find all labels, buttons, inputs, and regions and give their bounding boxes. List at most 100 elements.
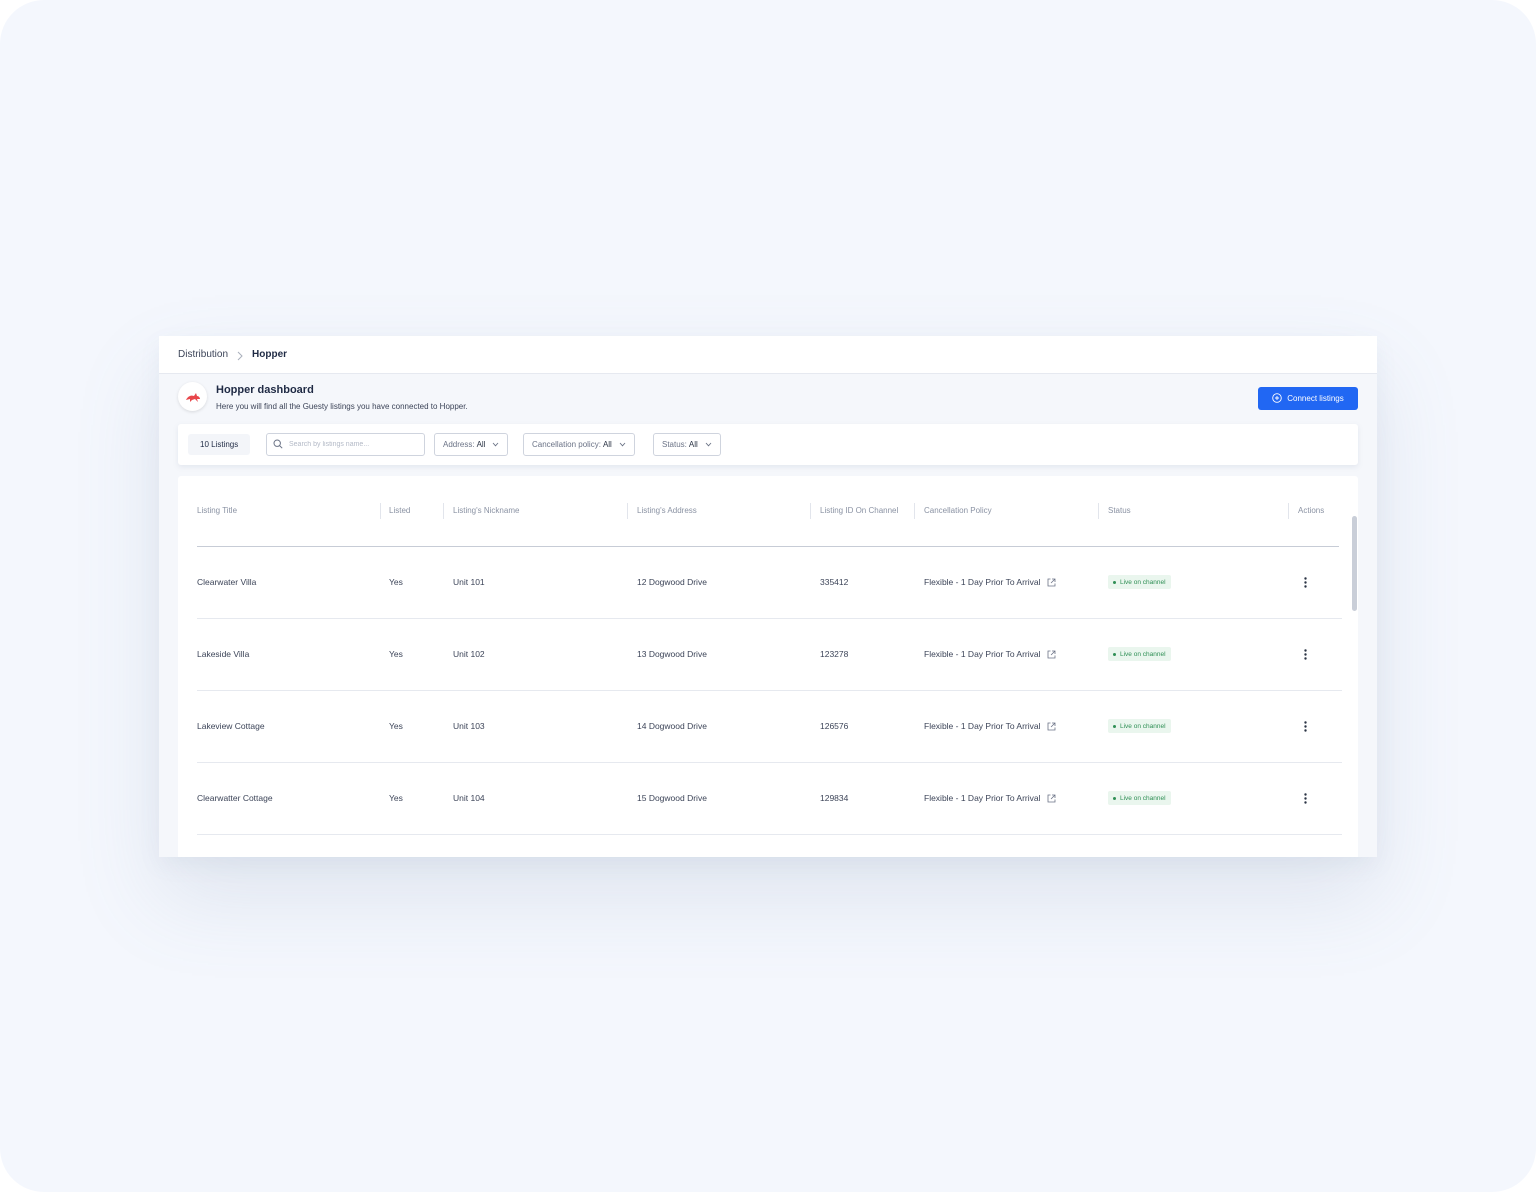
hopper-bunny-icon bbox=[178, 382, 207, 411]
status-filter-label: Status: bbox=[662, 440, 687, 449]
chevron-down-icon bbox=[619, 442, 626, 447]
external-link-icon[interactable] bbox=[1047, 794, 1056, 803]
cancellation-policy-text: Flexible - 1 Day Prior To Arrival bbox=[924, 793, 1041, 803]
page-title: Hopper dashboard bbox=[216, 384, 314, 396]
column-header-title[interactable]: Listing Title bbox=[197, 506, 237, 515]
more-actions-icon[interactable] bbox=[1299, 791, 1311, 805]
listings-count: 10 Listings bbox=[188, 434, 251, 455]
chevron-right-icon bbox=[237, 351, 243, 361]
listing-title[interactable]: Clearwater Villa bbox=[197, 577, 256, 587]
column-header-listed[interactable]: Listed bbox=[389, 506, 410, 515]
column-header-actions: Actions bbox=[1298, 506, 1325, 515]
listed-value: Yes bbox=[389, 721, 403, 731]
address-value: 15 Dogwood Drive bbox=[637, 793, 707, 803]
more-actions-icon[interactable] bbox=[1299, 647, 1311, 661]
status-dot bbox=[1113, 652, 1116, 656]
status-dot bbox=[1113, 580, 1116, 584]
breadcrumb-distribution[interactable]: Distribution bbox=[178, 349, 228, 360]
external-link-icon[interactable] bbox=[1047, 650, 1056, 659]
address-value: 14 Dogwood Drive bbox=[637, 721, 707, 731]
status-badge-label: Live on channel bbox=[1120, 578, 1166, 586]
status-badge: Live on channel bbox=[1108, 647, 1171, 661]
column-header-status[interactable]: Status bbox=[1108, 506, 1131, 515]
cancellation-policy-link[interactable]: Flexible - 1 Day Prior To Arrival bbox=[924, 649, 1056, 659]
page-header: Hopper dashboard Here you will find all … bbox=[178, 382, 1358, 416]
table-row[interactable]: Lakeside Villa Yes Unit 102 13 Dogwood D… bbox=[178, 619, 1342, 691]
external-link-icon[interactable] bbox=[1047, 578, 1056, 587]
channel-id-value: 123278 bbox=[820, 649, 849, 659]
filter-bar: 10 Listings Address: All Cancellation po… bbox=[178, 424, 1358, 465]
column-divider bbox=[443, 503, 444, 519]
status-dot bbox=[1113, 796, 1116, 800]
row-divider bbox=[197, 834, 1342, 835]
table-row[interactable]: Clearwatter Cottage Yes Unit 104 15 Dogw… bbox=[178, 763, 1342, 835]
listing-title[interactable]: Clearwatter Cottage bbox=[197, 793, 273, 803]
nickname-value: Unit 103 bbox=[453, 721, 485, 731]
more-actions-icon[interactable] bbox=[1299, 719, 1311, 733]
nickname-value: Unit 104 bbox=[453, 793, 485, 803]
connect-listings-button[interactable]: Connect listings bbox=[1258, 387, 1358, 410]
status-filter-value: All bbox=[688, 440, 698, 449]
column-divider bbox=[810, 503, 811, 519]
status-badge: Live on channel bbox=[1108, 791, 1171, 805]
status-badge: Live on channel bbox=[1108, 575, 1171, 589]
cancellation-policy-link[interactable]: Flexible - 1 Day Prior To Arrival bbox=[924, 721, 1056, 731]
plus-circle-icon bbox=[1272, 392, 1283, 405]
chevron-down-icon bbox=[705, 442, 712, 447]
column-divider bbox=[1288, 503, 1289, 519]
status-badge-label: Live on channel bbox=[1120, 650, 1166, 658]
page-subtitle: Here you will find all the Guesty listin… bbox=[216, 402, 468, 411]
table-row[interactable]: Clearwater Villa Yes Unit 101 12 Dogwood… bbox=[178, 547, 1342, 619]
cancellation-filter-dropdown[interactable]: Cancellation policy: All bbox=[523, 433, 635, 456]
listed-value: Yes bbox=[389, 577, 403, 587]
column-divider bbox=[380, 503, 381, 519]
cancellation-filter-label: Cancellation policy: bbox=[532, 440, 601, 449]
address-filter-value: All bbox=[476, 440, 486, 449]
address-value: 12 Dogwood Drive bbox=[637, 577, 707, 587]
cancellation-filter-value: All bbox=[602, 440, 612, 449]
listing-title[interactable]: Lakeside Villa bbox=[197, 649, 249, 659]
external-link-icon[interactable] bbox=[1047, 722, 1056, 731]
column-divider bbox=[627, 503, 628, 519]
status-badge-label: Live on channel bbox=[1120, 794, 1166, 802]
breadcrumb-hopper: Hopper bbox=[252, 349, 288, 360]
vertical-scrollbar[interactable] bbox=[1352, 516, 1357, 611]
cancellation-policy-text: Flexible - 1 Day Prior To Arrival bbox=[924, 721, 1041, 731]
chevron-down-icon bbox=[493, 442, 499, 447]
column-header-channel-id[interactable]: Listing ID On Channel bbox=[820, 506, 898, 515]
more-actions-icon[interactable] bbox=[1299, 575, 1311, 589]
column-header-address[interactable]: Listing's Address bbox=[637, 506, 697, 515]
nickname-value: Unit 101 bbox=[453, 577, 485, 587]
listings-table: Listing Title Listed Listing's Nickname … bbox=[178, 476, 1358, 857]
listed-value: Yes bbox=[389, 793, 403, 803]
address-value: 13 Dogwood Drive bbox=[637, 649, 707, 659]
status-badge: Live on channel bbox=[1108, 719, 1171, 733]
channel-id-value: 335412 bbox=[820, 577, 849, 587]
column-divider bbox=[1098, 503, 1099, 519]
search-icon bbox=[273, 436, 283, 454]
listed-value: Yes bbox=[389, 649, 403, 659]
column-header-cancellation[interactable]: Cancellation Policy bbox=[924, 506, 992, 515]
breadcrumb: Distribution Hopper bbox=[159, 336, 1377, 374]
cancellation-policy-link[interactable]: Flexible - 1 Day Prior To Arrival bbox=[924, 577, 1056, 587]
connect-listings-label: Connect listings bbox=[1287, 394, 1344, 403]
address-filter-label: Address: bbox=[443, 440, 475, 449]
column-header-nickname[interactable]: Listing's Nickname bbox=[453, 506, 519, 515]
column-divider bbox=[914, 503, 915, 519]
search-input[interactable] bbox=[289, 441, 417, 448]
cancellation-policy-text: Flexible - 1 Day Prior To Arrival bbox=[924, 577, 1041, 587]
status-dot bbox=[1113, 724, 1116, 728]
address-filter-dropdown[interactable]: Address: All bbox=[434, 433, 509, 456]
channel-id-value: 126576 bbox=[820, 721, 849, 731]
background-canvas: Distribution Hopper Hopper dashboard Her… bbox=[0, 0, 1536, 1192]
app-window: Distribution Hopper Hopper dashboard Her… bbox=[159, 336, 1377, 857]
table-row[interactable]: Lakeview Cottage Yes Unit 103 14 Dogwood… bbox=[178, 691, 1342, 763]
cancellation-policy-text: Flexible - 1 Day Prior To Arrival bbox=[924, 649, 1041, 659]
search-box[interactable] bbox=[266, 433, 425, 456]
nickname-value: Unit 102 bbox=[453, 649, 485, 659]
listing-title[interactable]: Lakeview Cottage bbox=[197, 721, 265, 731]
channel-id-value: 129834 bbox=[820, 793, 849, 803]
status-filter-dropdown[interactable]: Status: All bbox=[653, 433, 721, 456]
cancellation-policy-link[interactable]: Flexible - 1 Day Prior To Arrival bbox=[924, 793, 1056, 803]
status-badge-label: Live on channel bbox=[1120, 722, 1166, 730]
